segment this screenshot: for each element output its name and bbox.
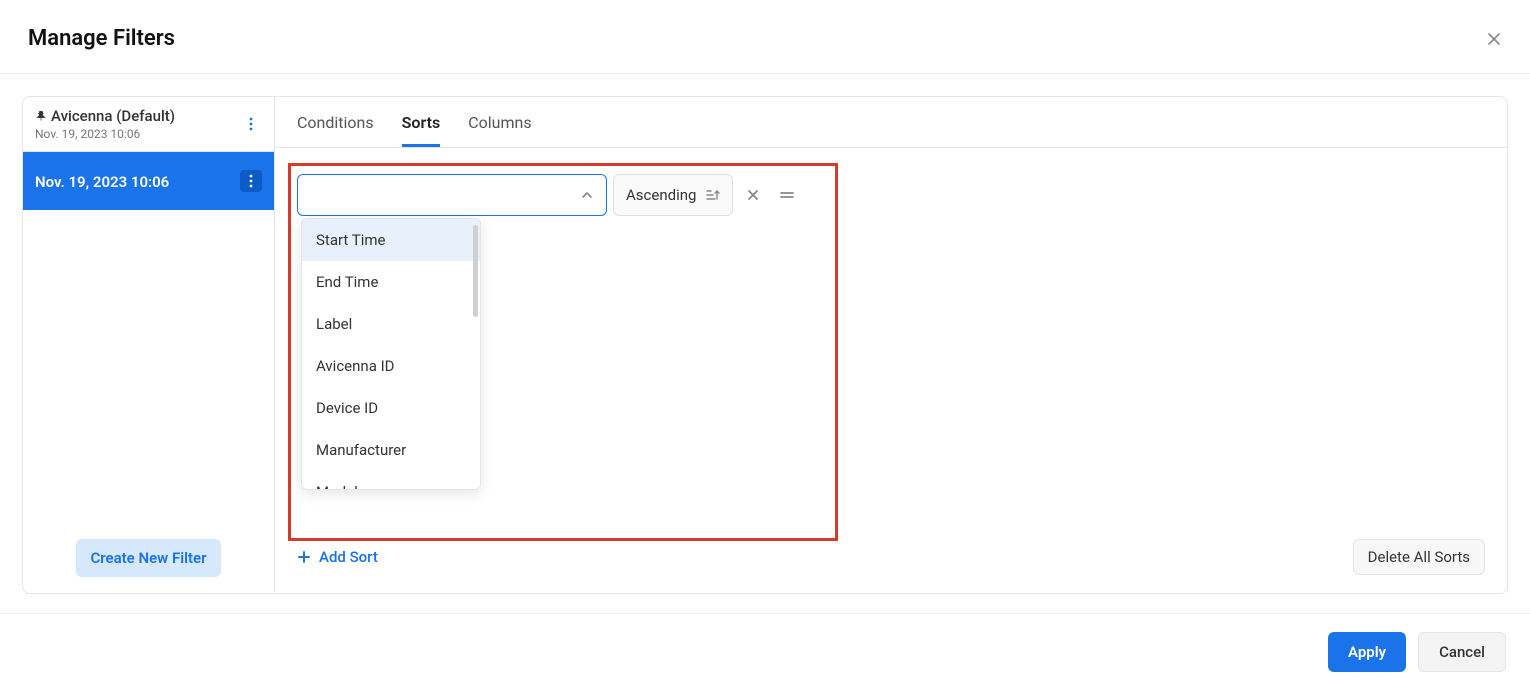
sorts-content: Ascending	[275, 148, 1507, 527]
main-area: Conditions Sorts Columns Ascendin	[275, 97, 1507, 593]
dropdown-option[interactable]: Start Time	[302, 219, 480, 261]
modal-body: Avicenna (Default) Nov. 19, 2023 10:06 N…	[0, 74, 1530, 616]
modal-header: Manage Filters	[0, 0, 1530, 74]
dropdown-option[interactable]: Avicenna ID	[302, 345, 480, 387]
apply-button[interactable]: Apply	[1328, 632, 1406, 672]
filter-name: Nov. 19, 2023 10:06	[35, 173, 169, 191]
manage-filters-modal: Manage Filters Avicenna (Default) Nov. 1…	[0, 0, 1530, 690]
chevron-up-icon	[580, 188, 594, 202]
bottom-actions: Add Sort Delete All Sorts	[275, 527, 1507, 593]
dropdown-option[interactable]: Label	[302, 303, 480, 345]
panel: Avicenna (Default) Nov. 19, 2023 10:06 N…	[22, 96, 1508, 594]
filters-sidebar: Avicenna (Default) Nov. 19, 2023 10:06 N…	[23, 97, 275, 593]
sort-field-select[interactable]	[297, 174, 607, 216]
sort-direction-button[interactable]: Ascending	[613, 174, 733, 216]
filter-item-default[interactable]: Avicenna (Default) Nov. 19, 2023 10:06	[23, 97, 274, 152]
filter-item-selected[interactable]: Nov. 19, 2023 10:06	[23, 152, 274, 210]
sort-asc-icon	[704, 187, 720, 203]
scrollbar-thumb[interactable]	[473, 225, 478, 317]
filter-more-icon[interactable]	[240, 170, 262, 192]
sort-field-dropdown: Start Time End Time Label Avicenna ID De…	[301, 218, 481, 490]
close-icon[interactable]	[1486, 31, 1502, 47]
filter-more-icon[interactable]	[240, 113, 262, 135]
sort-row: Ascending	[297, 174, 1485, 216]
add-sort-button[interactable]: Add Sort	[297, 548, 378, 566]
filter-subtitle: Nov. 19, 2023 10:06	[35, 127, 175, 141]
dropdown-option[interactable]: Device ID	[302, 387, 480, 429]
dropdown-option[interactable]: End Time	[302, 261, 480, 303]
delete-all-sorts-button[interactable]: Delete All Sorts	[1353, 539, 1485, 575]
drag-handle-icon[interactable]	[773, 181, 801, 209]
tab-sorts[interactable]: Sorts	[402, 113, 441, 147]
pin-icon	[35, 110, 47, 122]
remove-sort-icon[interactable]	[739, 181, 767, 209]
sort-direction-label: Ascending	[626, 186, 696, 204]
plus-icon	[297, 550, 311, 564]
tabs: Conditions Sorts Columns	[275, 97, 1507, 148]
filter-name: Avicenna (Default)	[51, 107, 175, 125]
create-new-filter-button[interactable]: Create New Filter	[76, 539, 220, 577]
tab-columns[interactable]: Columns	[468, 113, 531, 147]
dropdown-option[interactable]: Manufacturer	[302, 429, 480, 471]
modal-footer: Apply Cancel	[0, 613, 1530, 690]
add-sort-label: Add Sort	[319, 548, 378, 566]
tab-conditions[interactable]: Conditions	[297, 113, 374, 147]
cancel-button[interactable]: Cancel	[1418, 632, 1506, 672]
modal-title: Manage Filters	[28, 26, 175, 51]
dropdown-option[interactable]: Model	[302, 471, 480, 489]
